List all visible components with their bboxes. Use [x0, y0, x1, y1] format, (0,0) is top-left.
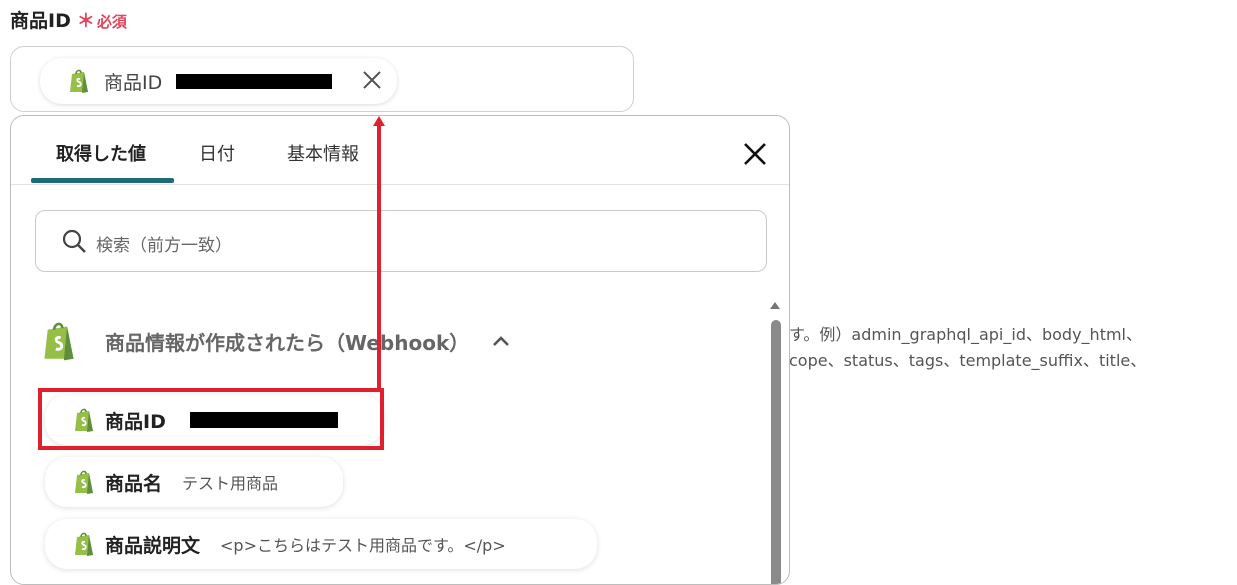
- active-tab-indicator: [31, 178, 174, 183]
- shopify-icon: [44, 322, 74, 361]
- tab-basic-info[interactable]: 基本情報: [287, 140, 359, 166]
- tab-bar: 取得した値 日付 基本情報: [11, 116, 789, 185]
- selected-value-chip[interactable]: 商品ID: [40, 58, 397, 104]
- list-item-product-name[interactable]: 商品名 テスト用商品: [45, 457, 343, 507]
- group-title: 商品情報が作成されたら（Webhook）: [105, 330, 470, 355]
- search-input[interactable]: 検索（前方一致）: [35, 210, 767, 272]
- remove-chip-icon[interactable]: [361, 69, 383, 91]
- search-placeholder: 検索（前方一致）: [96, 236, 232, 256]
- shopify-icon: [75, 532, 93, 556]
- scroll-up-arrow[interactable]: [770, 302, 780, 309]
- tab-acquired-values[interactable]: 取得した値: [56, 140, 146, 166]
- list-item-label: 商品説明文: [105, 534, 201, 557]
- selected-chip-label: 商品ID: [104, 71, 163, 94]
- list-item-product-description[interactable]: 商品説明文 <p>こちらはテスト用商品です。</p>: [45, 519, 597, 569]
- scrollbar-thumb[interactable]: [771, 320, 781, 584]
- annotation-arrow-line: [377, 124, 381, 390]
- close-icon[interactable]: [741, 140, 769, 168]
- field-label: 商品ID ＊必須: [10, 6, 127, 33]
- required-text: 必須: [96, 13, 127, 31]
- shopify-icon: [70, 69, 88, 93]
- chevron-up-icon[interactable]: [491, 334, 511, 348]
- background-help-text: す。例）admin_graphql_api_id、body_html、: [789, 325, 1142, 344]
- required-star: ＊: [76, 11, 95, 32]
- shopify-icon: [75, 470, 93, 494]
- redacted-value: [176, 73, 333, 89]
- field-label-text: 商品ID: [10, 10, 71, 32]
- tab-date[interactable]: 日付: [199, 140, 235, 166]
- list-item-value: <p>こちらはテスト用商品です。</p>: [220, 536, 506, 555]
- annotation-highlight-box: [38, 388, 384, 450]
- list-item-label: 商品名: [105, 472, 163, 495]
- background-help-text: cope、status、tags、template_suffix、title、: [789, 351, 1147, 370]
- annotation-arrow-head: [373, 116, 385, 126]
- value-picker-panel: 取得した値 日付 基本情報 検索（前方一致） 商品情報が作成されたら（Webho…: [10, 115, 790, 585]
- search-icon: [62, 229, 86, 253]
- list-item-value: テスト用商品: [182, 474, 279, 493]
- group-header[interactable]: 商品情報が作成されたら（Webhook）: [41, 321, 511, 361]
